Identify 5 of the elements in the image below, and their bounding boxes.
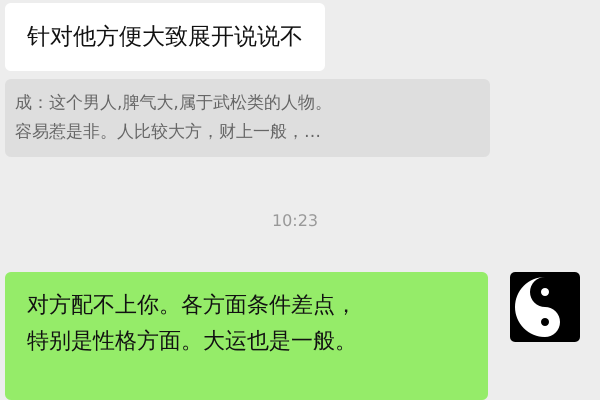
quoted-message: 成：这个男人,脾气大,属于武松类的人物。 容易惹是非。人比较大方，财上一般，… xyxy=(5,79,490,157)
yin-yang-avatar-icon xyxy=(510,272,580,342)
sent-message-bubble: 对方配不上你。各方面条件差点， 特别是性格方面。大运也是一般。 xyxy=(5,272,488,400)
timestamp: 10:23 xyxy=(270,211,320,230)
message-bubble: 针对他方便大致展开说说不 xyxy=(5,3,325,71)
